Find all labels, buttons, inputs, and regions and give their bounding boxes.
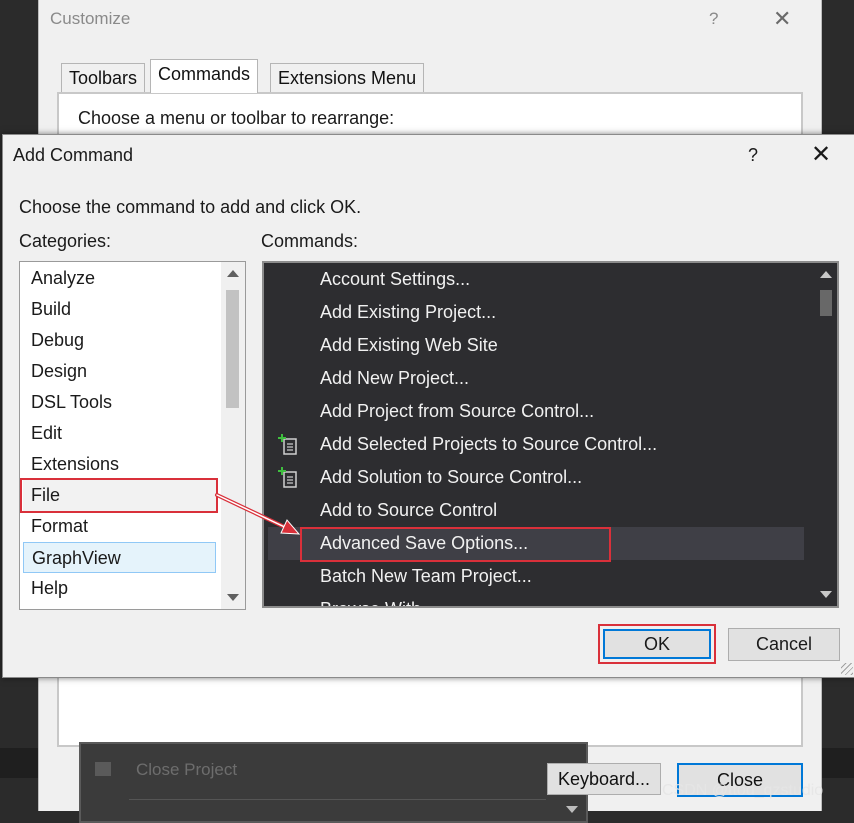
ok-button-label: OK <box>603 629 711 659</box>
close-project-icon <box>95 762 111 776</box>
commands-scrollbar[interactable] <box>815 263 837 606</box>
resize-grip-icon[interactable] <box>841 663 853 675</box>
add-command-dialog: Add Command ? ✕ Choose the command to ad… <box>2 134 854 678</box>
category-build[interactable]: Build <box>23 294 216 325</box>
command-add-existing-project[interactable]: Add Existing Project... <box>268 296 804 329</box>
list-item[interactable]: Close Project <box>136 760 237 780</box>
ok-button[interactable]: OK <box>598 624 716 664</box>
category-extensions[interactable]: Extensions <box>23 449 216 480</box>
scroll-up-icon[interactable] <box>227 270 239 277</box>
category-design[interactable]: Design <box>23 356 216 387</box>
tab-commands[interactable]: Commands <box>150 59 259 93</box>
customize-help-button[interactable]: ? <box>709 9 718 29</box>
scroll-down-icon[interactable] <box>227 594 239 601</box>
command-label: Add Solution to Source Control... <box>320 467 583 487</box>
command-account-settings[interactable]: Account Settings... <box>268 263 804 296</box>
add-command-title: Add Command <box>13 145 134 165</box>
categories-scrollbar[interactable] <box>221 262 245 609</box>
categories-label: Categories: <box>19 231 112 251</box>
separator <box>129 799 546 800</box>
command-batch-new-team-project[interactable]: Batch New Team Project... <box>268 560 804 593</box>
command-browse-with[interactable]: Browse With... <box>268 593 804 606</box>
scrollbar-thumb[interactable] <box>226 290 239 408</box>
category-analyze[interactable]: Analyze <box>23 263 216 294</box>
annotation-box-file <box>20 478 218 513</box>
customize-close-icon[interactable]: ✕ <box>773 6 791 32</box>
command-add-solution-to-source-control[interactable]: Add Solution to Source Control... <box>268 461 804 494</box>
command-add-project-from-source-control[interactable]: Add Project from Source Control... <box>268 395 804 428</box>
command-label: Add Selected Projects to Source Control.… <box>320 434 658 454</box>
category-edit[interactable]: Edit <box>23 418 216 449</box>
category-dsl-tools[interactable]: DSL Tools <box>23 387 216 418</box>
tab-toolbars[interactable]: Toolbars <box>61 63 146 92</box>
cancel-button[interactable]: Cancel <box>728 628 840 661</box>
customize-title: Customize <box>50 9 131 28</box>
scroll-down-icon[interactable] <box>820 591 832 598</box>
close-icon[interactable]: ✕ <box>811 140 831 169</box>
categories-list[interactable]: Analyze Build Debug Design DSL Tools Edi… <box>19 261 246 610</box>
scrollbar-thumb[interactable] <box>820 290 832 316</box>
watermark: CSDN @ttod_qzstudio <box>662 782 824 799</box>
add-to-source-control-icon <box>278 434 297 455</box>
add-to-source-control-icon <box>278 467 297 488</box>
annotation-box-advanced-save-options <box>300 527 611 562</box>
category-help[interactable]: Help <box>23 573 216 604</box>
category-graphview[interactable]: GraphView <box>23 542 216 573</box>
command-add-to-source-control[interactable]: Add to Source Control <box>268 494 804 527</box>
command-add-existing-web-site[interactable]: Add Existing Web Site <box>268 329 804 362</box>
keyboard-button[interactable]: Keyboard... <box>547 763 661 795</box>
help-button[interactable]: ? <box>748 145 758 166</box>
scroll-up-icon[interactable] <box>820 271 832 278</box>
chevron-down-icon[interactable] <box>566 806 578 813</box>
commands-label: Commands: <box>261 231 359 251</box>
rearrange-label: Choose a menu or toolbar to rearrange: <box>78 108 395 128</box>
category-format[interactable]: Format <box>23 511 216 542</box>
instruction-text: Choose the command to add and click OK. <box>19 197 362 217</box>
tab-extensions-menu[interactable]: Extensions Menu <box>270 63 425 92</box>
command-add-new-project[interactable]: Add New Project... <box>268 362 804 395</box>
category-debug[interactable]: Debug <box>23 325 216 356</box>
command-add-selected-projects-to-source-control[interactable]: Add Selected Projects to Source Control.… <box>268 428 804 461</box>
